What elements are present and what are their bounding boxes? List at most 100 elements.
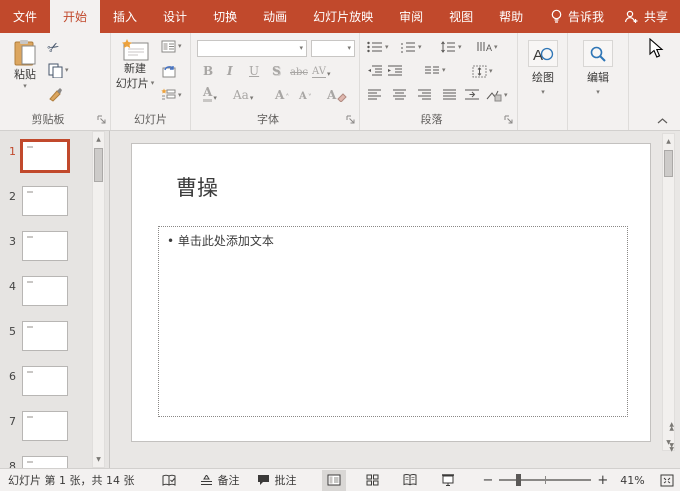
font-size-combobox[interactable]: ▾ [311,40,355,57]
notes-button[interactable]: 备注 [200,472,239,488]
tab-review[interactable]: 审阅 [386,0,436,33]
zoom-level[interactable]: 41% [620,474,652,487]
character-spacing-button[interactable]: AV ▾ [312,64,330,78]
tab-transitions[interactable]: 切换 [200,0,250,33]
distributed-button[interactable] [464,89,480,100]
zoom-slider[interactable] [499,474,592,486]
line-spacing-button[interactable]: ▾ [440,41,462,53]
decrease-font-size-button[interactable]: A ˅ [299,88,312,102]
reading-view-button[interactable] [398,470,422,491]
font-dialog-launcher[interactable] [346,115,356,125]
slide-canvas[interactable]: 曹操 • 单击此处添加文本 [131,143,651,442]
increase-font-size-button[interactable]: A ˄ [275,88,289,102]
share-button[interactable]: 共享 [624,8,668,25]
scroll-down-icon[interactable]: ▼ [93,453,104,466]
tab-animations[interactable]: 动画 [250,0,300,33]
next-slide-button[interactable]: ▼ ▼ [669,443,674,453]
decrease-indent-button[interactable] [367,65,383,76]
underline-button[interactable]: U [249,64,259,78]
text-direction-icon: A [476,41,492,53]
slide-thumbnail-image[interactable] [22,366,68,396]
slide-thumbnail-7[interactable]: 7 [0,408,92,444]
tab-slideshow[interactable]: 幻灯片放映 [300,0,386,33]
content-placeholder[interactable]: • 单击此处添加文本 [158,226,628,417]
slideshow-icon [441,474,455,486]
tab-file[interactable]: 文件 [0,0,50,33]
font-name-combobox[interactable]: ▾ [197,40,307,57]
drawing-button[interactable]: A 绘图 ▾ [527,40,559,96]
slide-thumbnail-6[interactable]: 6 [0,363,92,399]
text-shadow-button[interactable]: S [272,64,281,78]
copy-button[interactable]: ▾ [48,63,69,78]
zoom-in-button[interactable]: + [597,473,608,488]
align-center-button[interactable] [392,89,407,100]
zoom-out-button[interactable]: − [482,473,493,488]
accessibility-icon [162,474,176,487]
slide-thumbnail-2[interactable]: 2 [0,183,92,219]
comments-button[interactable]: 批注 [257,472,296,488]
tab-home[interactable]: 开始 [50,0,101,33]
paste-button[interactable]: 粘贴 ▾ [6,39,44,90]
tell-me-button[interactable]: 告诉我 [550,8,604,25]
clipboard-dialog-launcher[interactable] [97,115,107,125]
tab-design[interactable]: 设计 [150,0,200,33]
slide-thumbnail-image[interactable] [22,231,68,261]
tab-view[interactable]: 视图 [436,0,486,33]
section-button[interactable]: ▾ [161,88,182,102]
tab-help[interactable]: 帮助 [486,0,536,33]
italic-button[interactable]: I [227,64,233,78]
font-color-button[interactable]: A ▾ [203,85,217,102]
columns-button[interactable]: ▾ [424,65,446,76]
slide-title[interactable]: 曹操 [176,172,218,202]
numbering-button[interactable]: ▾ [400,41,422,53]
collapse-ribbon-button[interactable] [657,118,668,124]
align-text-button[interactable]: ▾ [472,65,493,78]
format-painter-button[interactable] [48,87,63,102]
align-left-button[interactable] [367,89,382,100]
fit-slide-to-window-button[interactable] [660,474,674,487]
slide-thumbnail-1[interactable]: 1 [0,138,92,174]
slideshow-view-button[interactable] [436,470,460,491]
previous-slide-button[interactable]: ▲ ▲ [669,422,674,432]
new-slide-button[interactable]: 新建 幻灯片 ▾ [113,39,157,91]
change-case-button[interactable]: Aa ▾ [233,88,253,102]
slide-thumbnail-image[interactable] [22,276,68,306]
main-scrollbar[interactable]: ▲ ▼ [662,133,675,451]
slide-thumbnail-5[interactable]: 5 [0,318,92,354]
main-scrollbar-thumb[interactable] [664,150,673,177]
paste-label: 粘贴 [14,68,36,81]
tab-insert[interactable]: 插入 [100,0,150,33]
convert-smartart-button[interactable]: ▾ [486,89,508,102]
font-group: ▾ ▾ B I U S abc AV ▾ A ▾ Aa ▾ A ˄ A ˅ A … [191,33,360,130]
thumbnail-scrollbar[interactable]: ▲ ▼ [92,131,105,468]
justify-button[interactable] [442,89,457,100]
slide-thumbnail-4[interactable]: 4 [0,273,92,309]
slide-thumbnail-image[interactable] [22,186,68,216]
caret-down-icon: ▾ [541,87,545,96]
slide-thumbnail-image[interactable] [22,456,68,468]
thumbnail-scrollbar-thumb[interactable] [94,148,103,182]
slide-thumbnail-image[interactable] [22,321,68,351]
slide-layout-button[interactable]: ▾ [161,40,182,53]
text-direction-button[interactable]: A ▾ [476,41,498,53]
align-right-button[interactable] [417,89,432,100]
slide-thumbnail-8[interactable]: 8 [0,453,92,468]
zoom-slider-thumb[interactable] [515,474,521,486]
slide-sorter-view-button[interactable] [360,470,384,491]
bullets-button[interactable]: ▾ [367,41,389,53]
bold-button[interactable]: B [203,64,213,78]
reset-slide-button[interactable] [161,64,176,78]
accessibility-checker-button[interactable] [162,474,176,487]
scroll-up-icon[interactable]: ▲ [93,133,104,146]
slide-thumbnail-image[interactable] [22,411,68,441]
slide-thumbnail-3[interactable]: 3 [0,228,92,264]
strikethrough-button[interactable]: abc [290,64,308,78]
cut-button[interactable]: ✂ [45,38,63,58]
increase-indent-button[interactable] [387,65,403,76]
scroll-up-icon[interactable]: ▲ [663,135,674,148]
clear-formatting-button[interactable]: A [327,88,348,102]
normal-view-button[interactable] [322,469,347,491]
editing-button[interactable]: 编辑 ▾ [582,40,614,96]
paragraph-dialog-launcher[interactable] [504,115,514,125]
slide-thumbnail-image[interactable] [20,139,70,173]
